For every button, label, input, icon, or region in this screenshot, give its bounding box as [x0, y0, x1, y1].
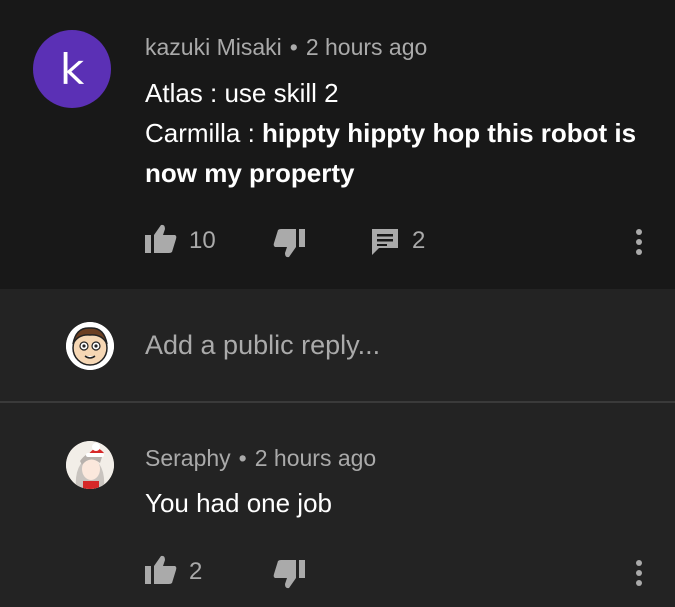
reply-time: 2 hours ago — [254, 445, 377, 471]
separator-dot: • — [238, 445, 247, 471]
thumb-down-icon[interactable] — [273, 559, 305, 589]
avatar-letter: k — [59, 44, 85, 94]
reply-meta: Seraphy • 2 hours ago — [145, 445, 376, 472]
reply-author-avatar[interactable] — [66, 441, 114, 489]
user-avatar — [66, 322, 114, 370]
comment-speaker: Carmilla : — [145, 118, 263, 148]
separator-dot: • — [289, 34, 298, 60]
more-options-icon[interactable] — [636, 560, 644, 590]
comment-line-2: Carmilla : hippty hippty hop this robot … — [145, 113, 636, 153]
author-avatar[interactable]: k — [33, 30, 111, 108]
thumb-down-icon[interactable] — [273, 228, 305, 258]
reply-like-count: 2 — [189, 558, 203, 585]
cartoon-face-avatar-icon — [66, 322, 114, 370]
anime-girl-avatar-icon — [66, 441, 114, 489]
comment-author[interactable]: kazuki Misaki — [145, 34, 282, 60]
comment-line-3: now my property — [145, 158, 355, 188]
divider — [0, 401, 675, 403]
comment-meta: kazuki Misaki • 2 hours ago — [145, 34, 427, 61]
reply-comment-icon[interactable] — [371, 228, 399, 256]
public-reply-input[interactable]: Add a public reply... — [145, 330, 380, 361]
like-count: 10 — [189, 227, 216, 254]
comment-time: 2 hours ago — [305, 34, 428, 60]
reply-count: 2 — [412, 227, 426, 254]
comment-line-1: Atlas : use skill 2 — [145, 78, 339, 108]
reply-text: You had one job — [145, 488, 333, 518]
reply-author[interactable]: Seraphy — [145, 445, 231, 471]
thumb-up-icon[interactable] — [145, 555, 177, 585]
more-options-icon[interactable] — [636, 229, 644, 259]
comment-bold-text: hippty hippty hop this robot is — [262, 118, 637, 148]
thumb-up-icon[interactable] — [145, 224, 177, 254]
